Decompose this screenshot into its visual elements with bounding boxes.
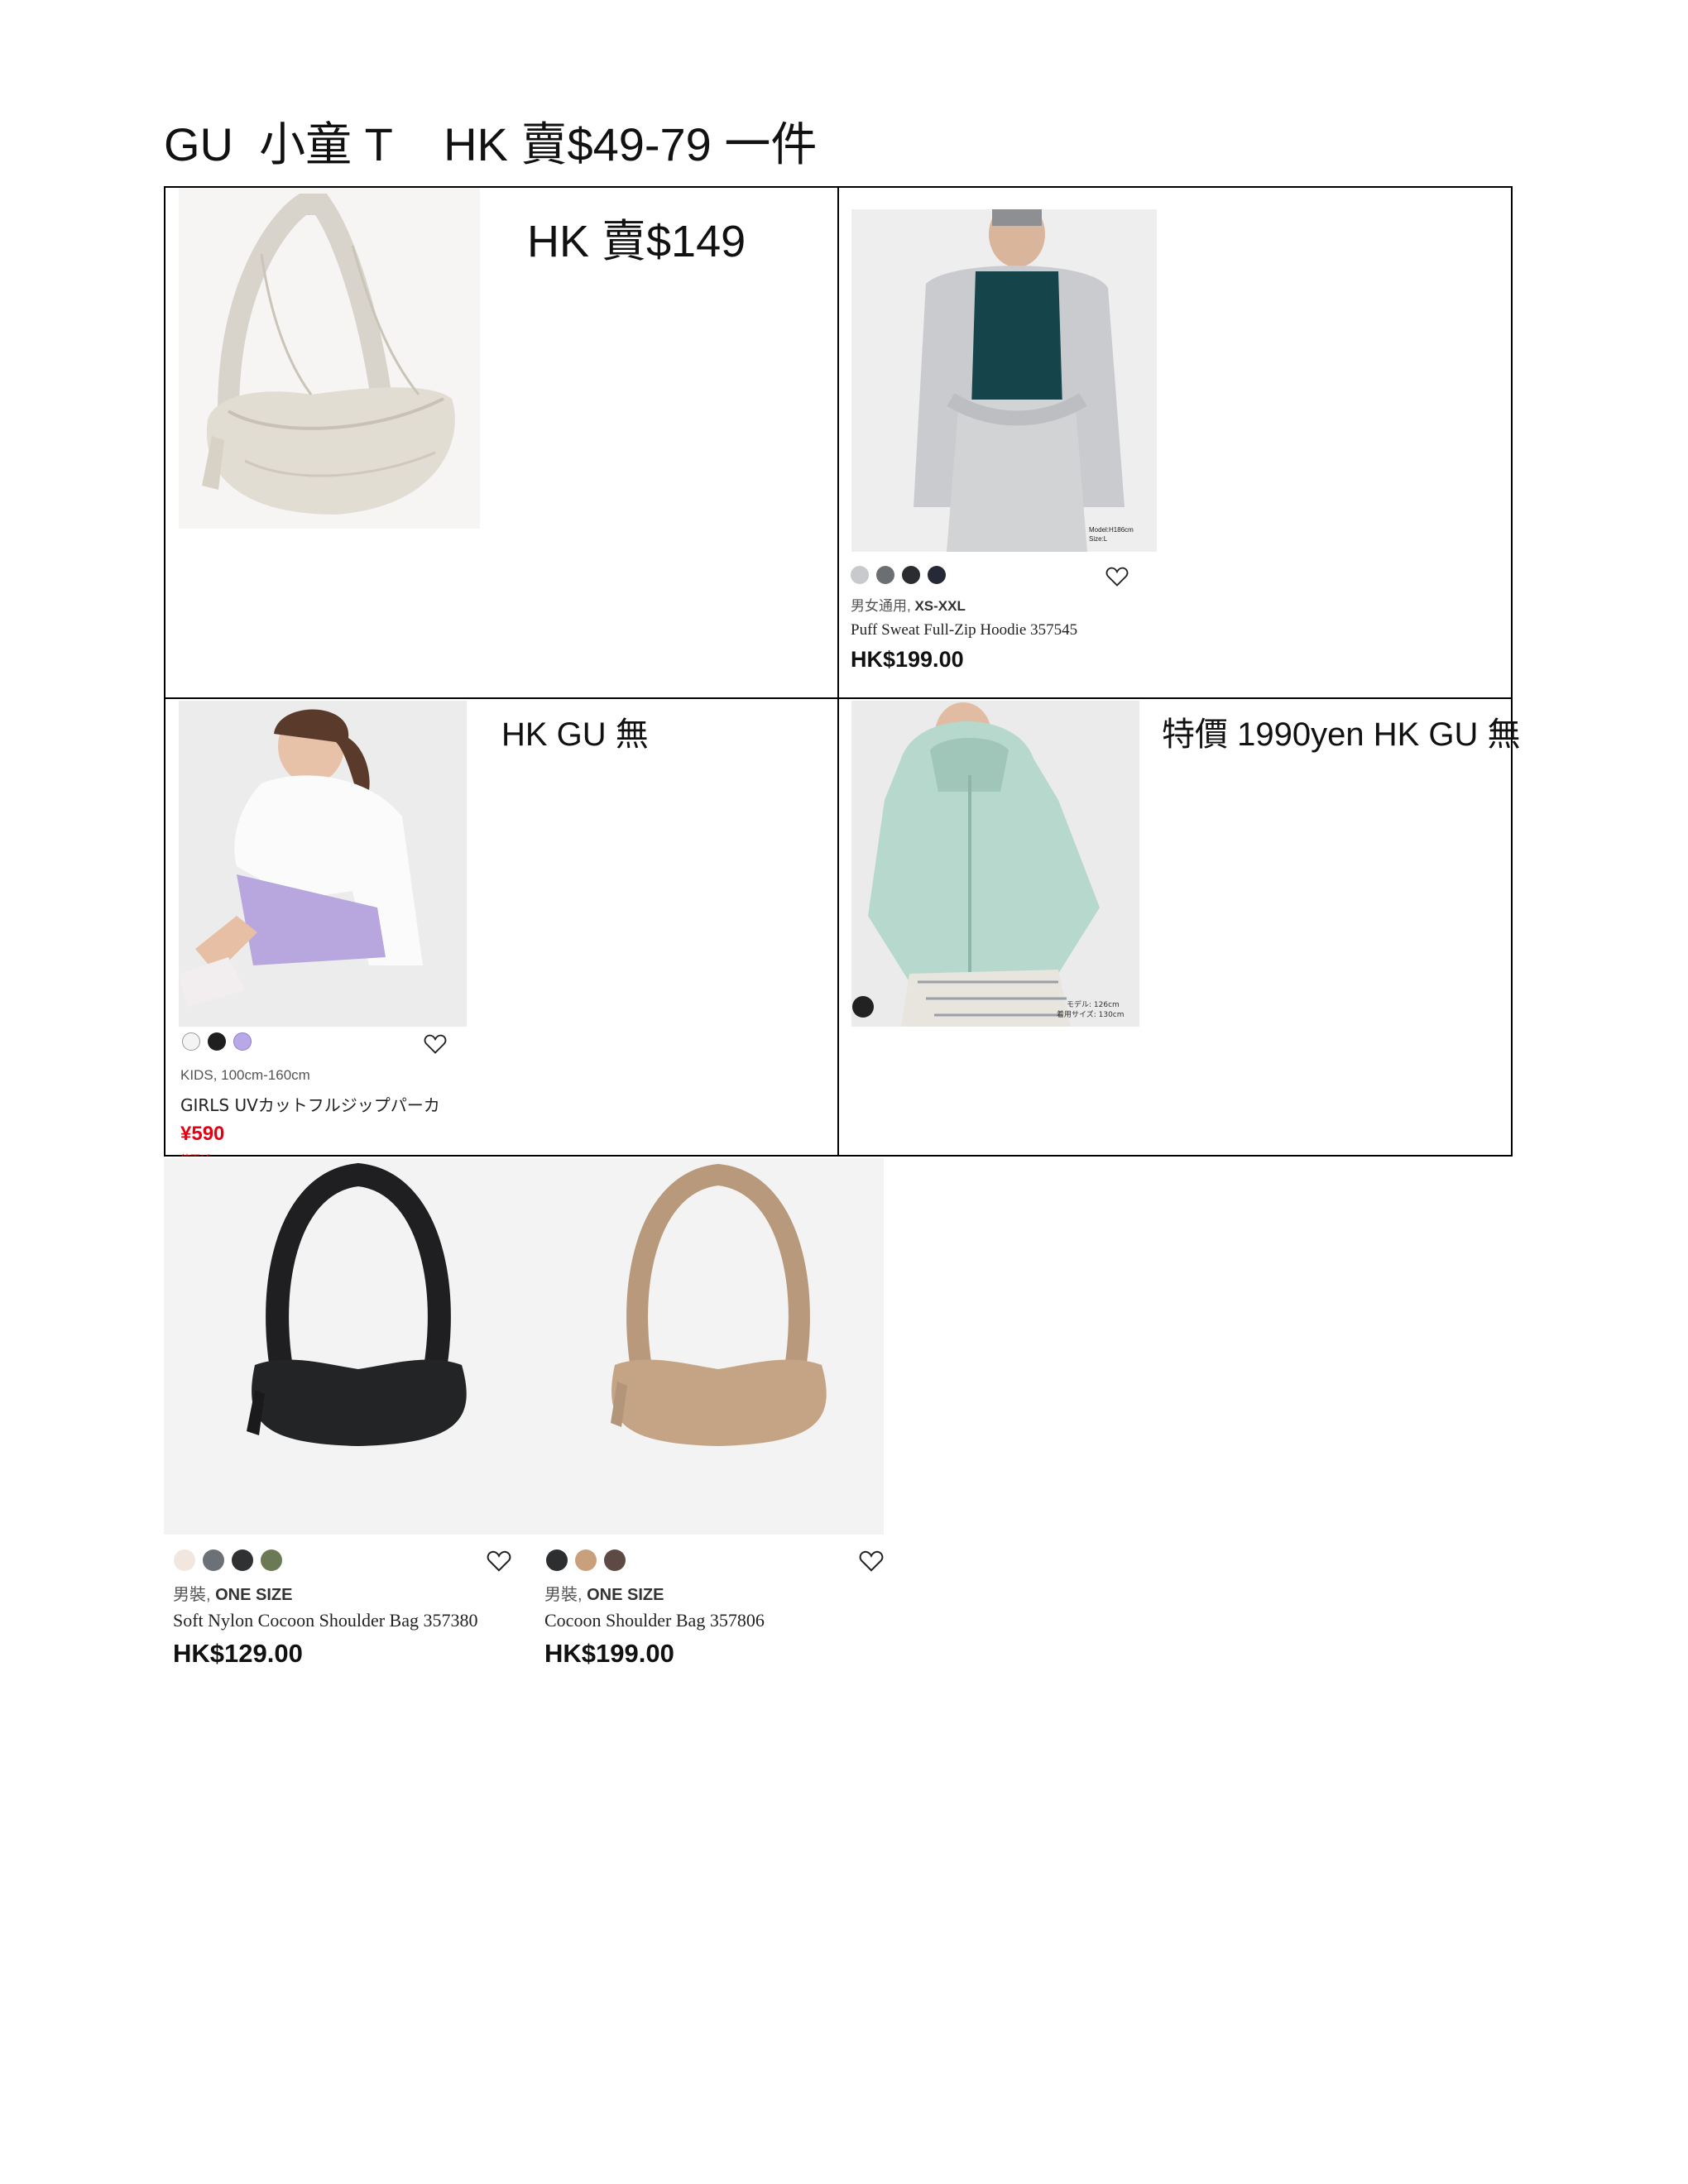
color-swatches: [182, 1032, 252, 1051]
heart-icon[interactable]: [859, 1549, 884, 1573]
color-swatch[interactable]: [208, 1032, 226, 1051]
color-swatches: [851, 566, 946, 584]
product-table: HK 賣$149 Model:H186cm Size:L 男女通用, XS-XX…: [164, 186, 1521, 1157]
product-meta: 男裝, ONE SIZE: [173, 1586, 293, 1604]
svg-text:着用サイズ: 130cm: 着用サイズ: 130cm: [1057, 1009, 1125, 1019]
color-swatch[interactable]: [261, 1549, 282, 1571]
product-price: ¥590: [180, 1123, 225, 1145]
heart-icon[interactable]: [487, 1549, 511, 1573]
cream-bag-image: [179, 188, 480, 529]
color-swatch[interactable]: [604, 1549, 626, 1571]
product-name[interactable]: GIRLS UVカットフルジップパーカ: [180, 1092, 440, 1116]
hoodie-model-image: Model:H186cm Size:L: [851, 209, 1157, 552]
product-meta: KIDS, 100cm-160cm: [180, 1067, 310, 1083]
product-price: HK$199.00: [544, 1639, 674, 1668]
svg-text:Size:L: Size:L: [1089, 535, 1108, 543]
color-swatch[interactable]: [902, 566, 920, 584]
color-swatches: [174, 1549, 282, 1571]
color-swatch[interactable]: [876, 566, 894, 584]
page-title: GU 小童 T HK 賣$49-79 一件: [164, 118, 818, 170]
color-swatch[interactable]: [546, 1549, 568, 1571]
table-divider-horizontal: [165, 697, 1511, 699]
bags-image: [164, 1158, 884, 1535]
product-price: HK$199.00: [851, 647, 964, 672]
product-meta: 男女通用, XS-XXL: [851, 598, 966, 614]
color-swatch[interactable]: [203, 1549, 224, 1571]
heart-icon[interactable]: [424, 1033, 447, 1055]
color-swatch[interactable]: [174, 1549, 195, 1571]
color-swatch[interactable]: [182, 1032, 200, 1051]
fleece-jacket-image: モデル: 126cm 着用サイズ: 130cm: [851, 701, 1139, 1027]
color-swatch[interactable]: [233, 1032, 252, 1051]
color-swatch[interactable]: [851, 566, 869, 584]
product-price: HK$129.00: [173, 1639, 303, 1668]
discount-label: 値下げ: [180, 1152, 210, 1157]
table-divider-vertical: [837, 188, 839, 1155]
svg-text:モデル: 126cm: モデル: 126cm: [1067, 999, 1120, 1009]
color-swatch[interactable]: [575, 1549, 597, 1571]
color-swatch[interactable]: [232, 1549, 253, 1571]
cell-note: HK 賣$149: [527, 217, 746, 266]
svg-text:Model:H186cm: Model:H186cm: [1089, 526, 1134, 534]
product-name[interactable]: Cocoon Shoulder Bag 357806: [544, 1610, 765, 1631]
cell-note: 特價 1990yen HK GU 無: [1162, 716, 1521, 753]
color-swatches: [546, 1549, 626, 1571]
product-name[interactable]: Puff Sweat Full-Zip Hoodie 357545: [851, 621, 1077, 639]
color-swatch[interactable]: [928, 566, 946, 584]
girl-parka-image: [179, 701, 467, 1027]
cell-note: HK GU 無: [501, 716, 649, 753]
product-meta: 男裝, ONE SIZE: [544, 1586, 664, 1604]
heart-icon[interactable]: [1105, 566, 1129, 587]
product-name[interactable]: Soft Nylon Cocoon Shoulder Bag 357380: [173, 1610, 478, 1631]
